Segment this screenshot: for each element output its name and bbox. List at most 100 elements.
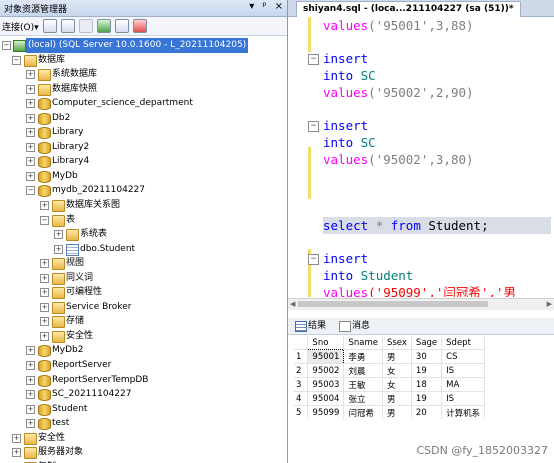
table-row[interactable]: 3 95003 王敏 女 18 MA — [294, 377, 486, 392]
grid-cell[interactable]: CS — [441, 349, 486, 364]
grid-cell[interactable]: IS — [441, 363, 486, 378]
grid-cell[interactable]: 女 — [382, 363, 412, 378]
table-row[interactable]: 1 95001 李勇 男 30 CS — [294, 349, 486, 364]
expand-icon[interactable]: + — [26, 70, 35, 80]
code-editor[interactable]: values('95001',3,88) − insert into SC va… — [288, 17, 554, 297]
tree-node-storage[interactable]: + 存储 — [0, 314, 287, 329]
expand-icon[interactable]: + — [26, 375, 35, 385]
tree-node-db[interactable]: + ReportServer — [0, 358, 287, 373]
tree-node-db[interactable]: + ReportServerTempDB — [0, 373, 287, 388]
disconnect-icon[interactable] — [60, 19, 75, 33]
tree-node-service-broker[interactable]: + Service Broker — [0, 300, 287, 315]
tree-node-table[interactable]: + dbo.Student — [0, 242, 287, 257]
expand-icon[interactable]: + — [26, 157, 35, 167]
tree-node-db[interactable]: − mydb_20211104227 — [0, 183, 287, 198]
dropdown-icon[interactable]: ▾ — [249, 1, 254, 12]
expand-icon[interactable]: + — [26, 419, 35, 429]
expand-icon[interactable]: + — [12, 433, 21, 443]
tree-node-db[interactable]: + MyDb — [0, 169, 287, 184]
grid-cell[interactable]: IS — [441, 391, 486, 406]
tree-node-db[interactable]: + Library2 — [0, 140, 287, 155]
collapse-icon[interactable]: − — [2, 41, 11, 50]
table-row[interactable]: 5 95099 闫冠希 男 20 计算机系 — [294, 405, 486, 419]
tab-results[interactable]: 结果 — [294, 319, 326, 333]
collapse-region-icon[interactable]: − — [308, 54, 319, 65]
table-row[interactable]: 4 95004 张立 男 19 IS — [294, 391, 486, 406]
expand-icon[interactable]: + — [40, 259, 49, 269]
expand-icon[interactable]: + — [26, 361, 35, 371]
grid-cell[interactable]: 19 — [411, 363, 443, 378]
grid-cell[interactable]: 20 — [411, 405, 443, 419]
expand-icon[interactable]: + — [12, 448, 21, 458]
grid-cell[interactable]: MA — [441, 377, 486, 392]
horizontal-scrollbar[interactable]: ◀ ▶ — [288, 298, 554, 310]
column-header[interactable]: Sage — [411, 336, 443, 350]
collapse-region-icon[interactable]: − — [308, 254, 319, 265]
grid-cell[interactable]: 95099 — [307, 405, 345, 419]
tree-node-security-inner[interactable]: + 安全性 — [0, 329, 287, 344]
collapse-region-icon[interactable]: − — [308, 121, 319, 132]
tree-node-snapshots[interactable]: + 数据库快照 — [0, 82, 287, 97]
tree-node-security[interactable]: + 安全性 — [0, 431, 287, 446]
expand-icon[interactable]: + — [26, 128, 35, 138]
grid-cell[interactable]: 刘晨 — [343, 363, 383, 378]
expand-icon[interactable]: + — [40, 302, 49, 312]
grid-cell[interactable]: 18 — [411, 377, 443, 392]
tree-node-databases[interactable]: − 数据库 — [0, 53, 287, 68]
pin-icon[interactable]: ᵖ — [262, 1, 266, 12]
expand-icon[interactable]: + — [40, 331, 49, 341]
grid-cell[interactable]: 95003 — [307, 377, 345, 392]
grid-cell[interactable]: 30 — [411, 349, 443, 364]
collapse-icon[interactable]: − — [26, 186, 35, 196]
collapse-icon[interactable]: − — [40, 215, 49, 225]
connect-object-icon[interactable] — [42, 19, 57, 33]
expand-icon[interactable]: + — [40, 317, 49, 327]
tab-query-file[interactable]: shiyan4.sql - (loca...211104227 (sa (51)… — [296, 1, 521, 17]
column-header[interactable]: Ssex — [382, 336, 412, 350]
grid-cell[interactable]: 95004 — [307, 391, 345, 406]
expand-icon[interactable]: + — [54, 244, 63, 254]
tab-messages[interactable]: 消息 — [338, 319, 370, 333]
column-header[interactable]: Sname — [343, 336, 383, 350]
expand-icon[interactable]: + — [54, 230, 63, 240]
expand-icon[interactable]: + — [26, 171, 35, 181]
grid-cell[interactable]: 95002 — [307, 363, 345, 378]
tree-node-tables[interactable]: − 表 — [0, 213, 287, 228]
expand-icon[interactable]: + — [26, 84, 35, 94]
expand-icon[interactable]: + — [26, 346, 35, 356]
tree-node-db[interactable]: + Db2 — [0, 111, 287, 126]
grid-cell[interactable]: 男 — [382, 349, 412, 364]
grid-cell[interactable]: 女 — [382, 377, 412, 392]
filter-icon[interactable] — [96, 19, 111, 33]
close-icon[interactable]: × — [275, 1, 283, 12]
tree-node-synonyms[interactable]: + 同义词 — [0, 271, 287, 286]
tree-node-server-objects[interactable]: + 服务器对象 — [0, 445, 287, 460]
tree-node-db[interactable]: + Computer_science_department — [0, 96, 287, 111]
expand-icon[interactable]: + — [26, 142, 35, 152]
table-row[interactable]: 2 95002 刘晨 女 19 IS — [294, 363, 486, 378]
expand-icon[interactable]: + — [26, 99, 35, 109]
expand-icon[interactable]: + — [40, 273, 49, 283]
tree-node-db[interactable]: + MyDb2 — [0, 343, 287, 358]
column-header[interactable]: Sdept — [441, 336, 486, 350]
grid-cell[interactable]: 闫冠希 — [343, 405, 383, 419]
grid-cell[interactable]: 李勇 — [343, 349, 383, 364]
grid-cell[interactable]: 男 — [382, 405, 412, 419]
tree-node-db[interactable]: + Student — [0, 402, 287, 417]
refresh-icon[interactable] — [114, 19, 129, 33]
column-header[interactable]: Sno — [307, 336, 345, 350]
expand-icon[interactable]: + — [26, 404, 35, 414]
stop-icon[interactable] — [78, 19, 93, 33]
scroll-left-icon[interactable]: ◀ — [290, 300, 295, 308]
expand-icon[interactable]: + — [26, 390, 35, 400]
tree-node-system-dbs[interactable]: + 系统数据库 — [0, 67, 287, 82]
tree-node-db[interactable]: + Library — [0, 125, 287, 140]
tree-node-db[interactable]: + Library4 — [0, 154, 287, 169]
connect-button[interactable]: 连接(O)▾ — [2, 20, 39, 33]
expand-icon[interactable]: + — [40, 288, 49, 298]
scroll-right-icon[interactable]: ▶ — [547, 300, 552, 308]
tree-node-system-tables[interactable]: + 系统表 — [0, 227, 287, 242]
results-grid[interactable]: Sno Sname Ssex Sage Sdept 1 95001 李勇 男 3… — [294, 336, 486, 419]
collapse-icon[interactable]: − — [12, 55, 21, 65]
tree-node-db[interactable]: + test — [0, 416, 287, 431]
